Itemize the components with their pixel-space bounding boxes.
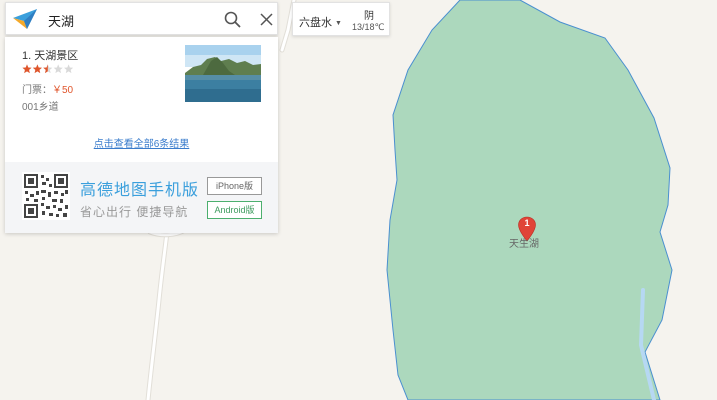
close-icon[interactable] [259,12,274,27]
mobile-app-promo: 高德地图手机版 省心出行 便捷导航 iPhone版 Android版 [5,162,278,233]
fee-label: 门票： [22,85,52,96]
result-address: 001乡道 [22,102,59,113]
result-title: 1. 天湖景区 [22,50,79,62]
marker-number: 1 [524,218,530,228]
search-icon[interactable] [224,11,241,28]
weather-temperature: 13/18℃ [352,22,385,32]
weather-condition: 阴 [364,11,374,22]
android-download-button[interactable]: Android版 [207,201,262,219]
qr-code-icon [22,172,70,220]
chevron-down-icon: ▼ [335,20,342,27]
search-box: 天湖 [5,2,278,35]
amap-logo-icon [13,9,37,29]
city-name: 六盘水 [299,17,332,29]
star-empty-icon [53,64,63,74]
search-input[interactable]: 天湖 [48,11,74,30]
star-full-icon [32,64,42,74]
poi-label[interactable]: 天生湖 [509,235,539,250]
rating-stars [22,64,74,74]
star-empty-icon [64,64,74,74]
result-photo[interactable] [185,45,261,102]
fee-value: ￥50 [52,85,74,96]
view-all-results-link[interactable]: 点击查看全部6条结果 [5,135,278,150]
star-full-icon [22,64,32,74]
city-weather-widget: 六盘水 ▼ 阴 13/18℃ [292,2,390,36]
iphone-download-button[interactable]: iPhone版 [207,177,262,195]
city-selector[interactable]: 六盘水 ▼ [299,14,342,30]
result-fee: 门票：￥50 [22,81,73,96]
promo-slogan: 省心出行 便捷导航 [80,205,189,219]
search-results-panel: 1. 天湖景区 门票：￥50 001乡道 点击查看全部6条结果 高德地图手机版 … [5,37,278,233]
promo-title: 高德地图手机版 [80,182,200,199]
list-item[interactable]: 1. 天湖景区 门票：￥50 001乡道 [5,37,278,117]
